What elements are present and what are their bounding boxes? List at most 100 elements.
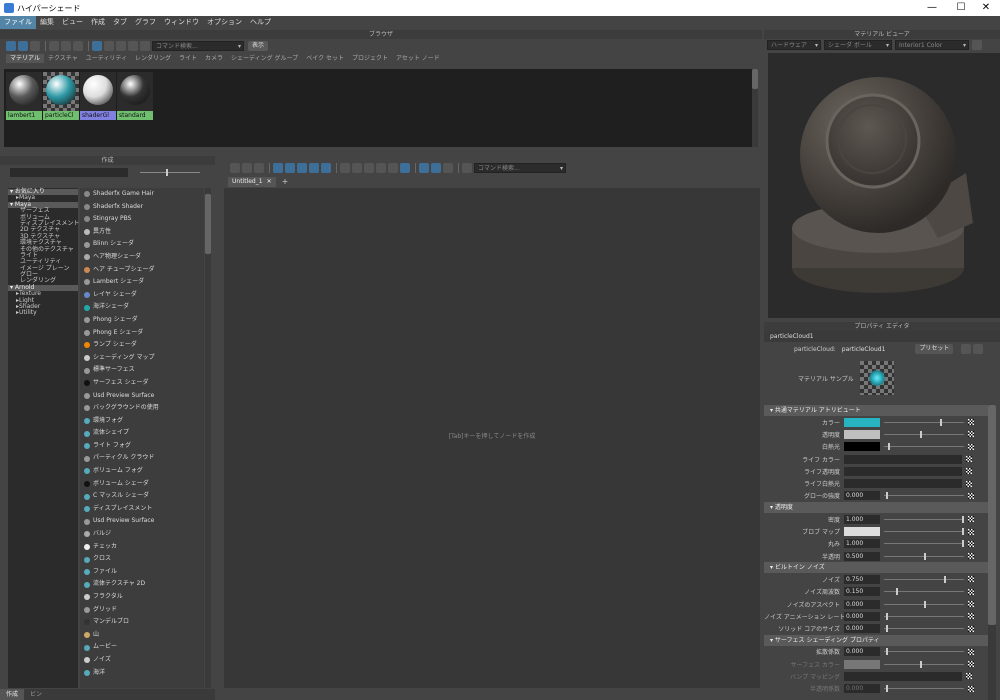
attribute-field[interactable] [844,671,962,681]
node-item[interactable]: Phong E シェーダ [84,327,204,340]
tree-item[interactable]: ▸Utility [8,310,78,316]
node-item[interactable]: Usd Preview Surface [84,515,204,528]
browser-tab[interactable]: レンダリング [131,54,175,63]
graph-tab-close-icon[interactable]: ✕ [267,177,272,187]
copy-tab-icon[interactable] [973,344,984,354]
environment-dropdown[interactable]: Interior1 Color [895,40,969,50]
close-button[interactable]: ✕ [972,1,1000,15]
attribute-value[interactable]: 1.000 [844,539,880,549]
material-swatch[interactable]: shaderGl [80,72,116,120]
toggle-icon[interactable] [6,41,16,51]
node-item[interactable]: Phong シェーダ [84,314,204,327]
attribute-value[interactable]: 1.000 [844,514,880,524]
node-item[interactable]: グリッド [84,604,204,617]
map-button-icon[interactable] [968,516,974,523]
browser-tab[interactable]: ライト [175,54,201,63]
grid-medium-icon[interactable] [61,41,71,51]
graph-tab[interactable]: Untitled_1 ✕ [228,176,276,187]
attribute-slider[interactable] [884,625,964,633]
node-item[interactable]: 異方性 [84,226,204,239]
node-item[interactable]: 流体シェイプ [84,427,204,440]
slider-knob[interactable] [885,612,888,620]
color-swatch[interactable] [844,417,880,427]
remove-icon[interactable] [321,163,331,173]
attribute-slider[interactable] [884,540,965,548]
slider-knob[interactable] [920,660,922,668]
menu-item[interactable]: 作成 [87,16,109,29]
full-view-icon[interactable] [364,163,374,173]
menu-item[interactable]: ファイル [0,16,36,29]
node-item[interactable]: シェーディング マップ [84,352,204,365]
slider-knob[interactable] [888,443,890,451]
node-item[interactable]: Blinn シェーダ [84,238,204,251]
slider-knob[interactable] [944,575,946,583]
node-item[interactable]: サーフェス シェーダ [84,377,204,390]
attribute-slider[interactable] [884,528,965,536]
attribute-slider[interactable] [884,612,964,620]
create-filter-input[interactable] [10,167,128,177]
attribute-value[interactable]: 0.000 [844,491,880,501]
node-item[interactable]: Stingray PBS [84,213,204,226]
attribute-slider[interactable] [884,660,964,668]
map-button-icon[interactable] [968,540,974,547]
browser-tab[interactable]: ユーティリティ [82,54,131,63]
bottom-tab[interactable]: ビン [24,689,48,700]
slider-knob[interactable] [920,430,922,438]
node-item[interactable]: クロス [84,553,204,566]
material-swatch[interactable]: lambert1 [6,72,42,120]
node-item[interactable]: ムービー [84,641,204,654]
node-item[interactable]: バックグラウンドの使用 [84,402,204,415]
map-button-icon[interactable] [968,443,974,450]
section-header[interactable]: ▾ サーフェス シェーディング プロパティ [764,634,988,646]
attribute-slider[interactable] [884,600,964,608]
sort-time-icon[interactable] [116,41,126,51]
io-connections-icon[interactable] [242,163,252,173]
slider-knob[interactable] [885,492,888,500]
attribute-slider[interactable] [884,492,964,500]
browser-tab[interactable]: マテリアル [6,53,44,63]
menu-item[interactable]: ビュー [58,16,87,29]
attribute-value[interactable]: 0.750 [844,574,880,584]
attribute-field[interactable] [844,466,962,476]
attribute-field[interactable] [844,454,962,464]
attribute-value[interactable]: 0.000 [844,684,880,694]
refresh-icon[interactable] [128,41,138,51]
node-item[interactable]: Lambert シェーダ [84,276,204,289]
browser-tab[interactable]: ベイク セット [302,54,348,63]
menu-item[interactable]: ウィンドウ [160,16,203,29]
node-item[interactable]: Shaderfx Game Hair [84,188,204,201]
browser-tab[interactable]: プロジェクト [348,54,392,63]
renderer-dropdown[interactable]: ハードウェア [767,40,821,50]
node-item[interactable]: 海洋シェーダ [84,301,204,314]
map-button-icon[interactable] [966,468,972,475]
node-item[interactable]: 流体テクスチャ 2D [84,578,204,591]
map-button-icon[interactable] [968,492,974,499]
menu-item[interactable]: オプション [203,16,246,29]
attribute-field[interactable] [844,479,962,489]
attribute-slider[interactable] [884,418,964,426]
node-item[interactable]: ファイル [84,566,204,579]
list-icon[interactable] [30,41,40,51]
attribute-slider[interactable] [884,515,965,523]
node-item[interactable]: レイヤ シェーダ [84,289,204,302]
map-button-icon[interactable] [968,601,974,607]
section-header[interactable]: ▾ ビルトイン ノイズ [764,562,988,574]
node-item[interactable]: ヘア物理シェーダ [84,251,204,264]
slider-knob[interactable] [885,625,888,633]
simple-view-icon[interactable] [340,163,350,173]
menu-item[interactable]: グラフ [131,16,160,29]
node-item[interactable]: パーティクル クラウド [84,452,204,465]
material-swatch[interactable]: standard [117,72,153,120]
editor-node-tab[interactable]: particleCloud1 [764,331,1000,342]
color-swatch[interactable] [844,429,880,439]
slider-knob[interactable] [885,648,888,656]
node-item[interactable]: ライト フォグ [84,440,204,453]
browser-tab[interactable]: テクスチャ [44,54,82,63]
node-item[interactable]: ボリューム フォグ [84,465,204,478]
material-swatch[interactable]: particleCl [43,72,79,120]
graph-search-input[interactable]: コマンド検索... [474,163,566,173]
bottom-tab[interactable]: 作成 [0,689,25,700]
map-button-icon[interactable] [968,661,974,668]
node-item[interactable]: C マッスル シェーダ [84,490,204,503]
map-button-icon[interactable] [968,625,974,632]
